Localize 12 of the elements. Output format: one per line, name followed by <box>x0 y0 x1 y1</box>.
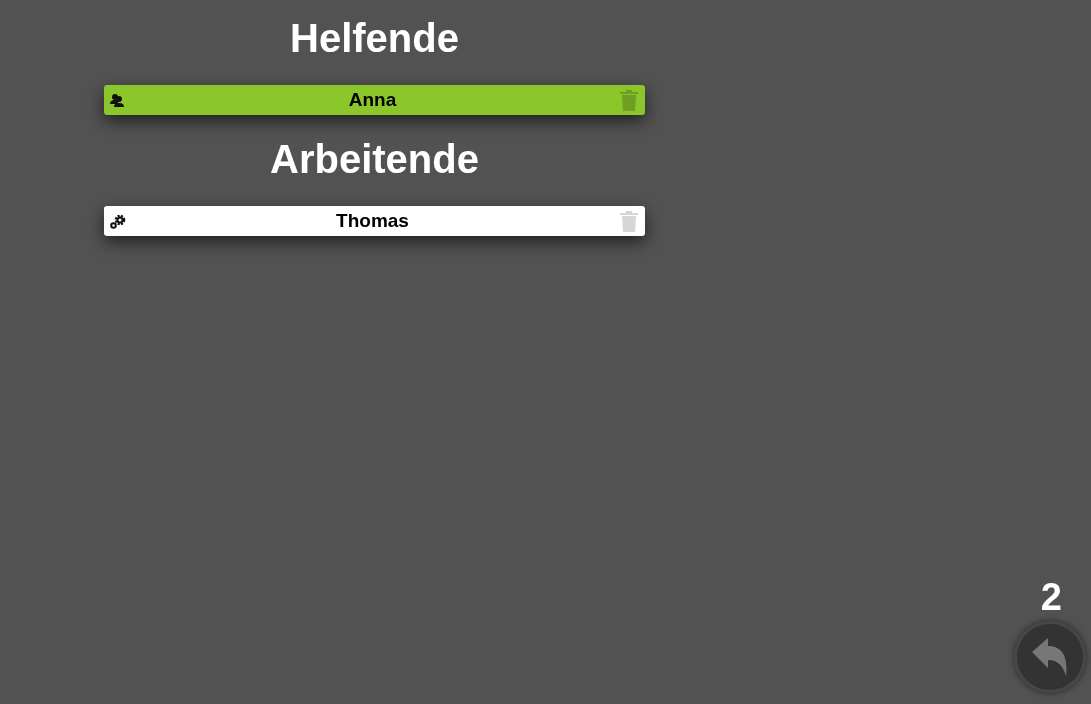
gears-icon <box>110 213 126 229</box>
people-icon <box>110 93 126 107</box>
trash-icon[interactable] <box>619 210 639 232</box>
section-title: Arbeitende <box>270 136 479 183</box>
person-name: Thomas <box>335 210 410 232</box>
person-row[interactable]: Thomas <box>104 206 645 236</box>
section-title: Helfende <box>290 15 459 62</box>
trash-icon[interactable] <box>619 89 639 111</box>
counter: 2 <box>1040 576 1062 619</box>
person-row[interactable]: Anna <box>104 85 645 115</box>
person-name: Anna <box>347 89 398 111</box>
back-button[interactable] <box>1014 621 1086 693</box>
